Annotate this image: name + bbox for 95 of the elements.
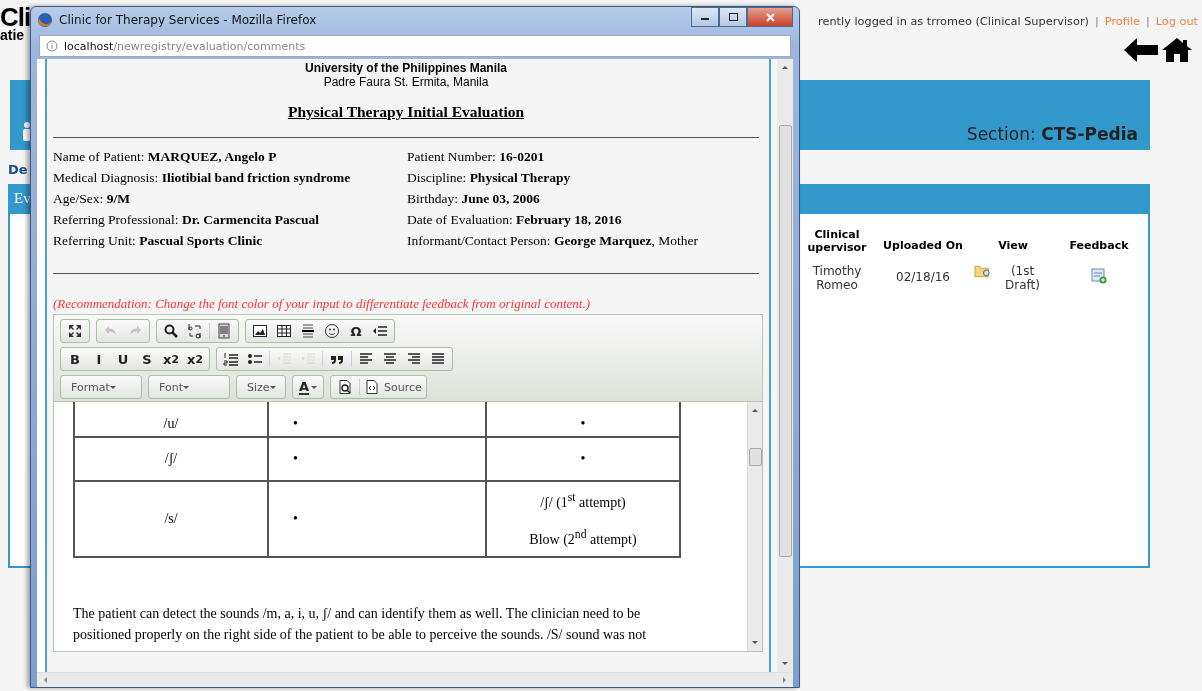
info-icon [46,40,58,52]
table-cell-text: Timothy Romeo [811,263,863,294]
info-line: Patient Number: 16-0201 [407,148,546,166]
source-button[interactable]: Source [362,377,424,397]
home-icon[interactable] [1162,38,1192,62]
table-cell-text: /s/ [163,511,179,527]
info-line: Referring Professional: Dr. Carmencita Pascual [53,211,321,229]
institution-address: Padre Faura St. Ermita, Manila [322,75,490,89]
code-document-icon [364,379,381,395]
dropdown[interactable]: Format [63,377,122,397]
rich-text-editor[interactable] [53,314,763,652]
login-status: rently logged in as trromeo (Clinical Supervisor) [818,15,1089,28]
section-label: Section: CTS-Pedia [966,124,1139,146]
scroll-thumb[interactable] [778,125,792,557]
preview-icon [337,379,354,395]
info-line: Birthday: June 03, 2006 [407,190,541,208]
logo-subtitle: atie [0,28,26,42]
close-icon [765,12,775,22]
maximize-icon [67,323,83,339]
table-cell-text: • [579,451,587,467]
table-cell-text: Blow (2$^{nd}$ attempt) [528,527,638,549]
document-icon [216,323,232,339]
image-icon [252,323,268,339]
add-comment-icon[interactable] [1091,268,1107,284]
outdent-icon [276,351,292,367]
dropdown[interactable]: Size [239,377,282,397]
table-cell-text: /ʃ/ (1$^{st}$ attempt) [539,490,627,512]
info-line: Informant/Contact Person: George Marquez, Mother [407,232,700,250]
indent-icon [300,351,316,367]
recommendation-note: (Recommendation: Change the font color of your input to differentiate feedback from original content.) [53,296,591,312]
bulleted-list-icon [247,351,263,367]
numbered-list-icon [223,351,239,367]
browser-icon [37,12,53,28]
table-cell-text: • [293,416,299,432]
info-line: Referring Unit: Pascual Sports Clinic [53,232,264,250]
table-cell-text: /ʃ/ [163,451,179,467]
column-header: Clinical upervisor [806,227,868,256]
dropdown[interactable]: Font [151,377,195,397]
align-center-icon [382,351,398,367]
align-right-icon [406,351,422,367]
scroll-right-icon[interactable] [781,676,789,684]
table-cell-text: • [293,511,299,527]
address-bar[interactable]: localhost/newregistry/evaluation/comments [39,35,791,57]
panel-title: Ev [14,190,31,206]
horizontal-line-icon [300,323,316,339]
view-link[interactable]: (1st Draft) [993,264,1052,292]
table-cell-text: /u/ [162,416,180,432]
close-button[interactable] [747,7,793,27]
justify-icon [430,351,446,367]
scroll-up-icon[interactable] [781,63,789,71]
body-paragraph: The patient can detect the sounds /m, a, i, u, ʃ/ and can identify them as well. The clinician need to be positioned properly on the right side of the patient to be able to perceive the sounds. /S/ sound was not [73,605,648,644]
toolbar-button[interactable]: U [111,349,135,369]
institution-name: University of the Philippines Manila [303,61,508,75]
logo-text: Cli [0,6,31,28]
person-icon [22,122,32,142]
scrollbar[interactable] [777,59,793,672]
url-text: localhost/newregistry/evaluation/comments [64,39,306,53]
scroll-up-icon[interactable] [751,406,759,414]
scroll-down-icon[interactable] [781,660,789,668]
separator: | [1094,15,1099,28]
info-line: Medical Diagnosis: Iliotibial band friction syndrome [53,169,352,187]
toolbar-button[interactable]: S [135,349,159,369]
toolbar-button[interactable]: Ω [344,321,368,341]
info-line: Name of Patient: MARQUEZ, Angelo P [53,148,278,166]
document-title: Physical Therapy Initial Evaluation [286,103,526,121]
maximize-button[interactable] [719,7,747,27]
maximize-window-icon [728,13,738,21]
toolbar-button[interactable]: B [63,349,87,369]
scroll-down-icon[interactable] [751,639,759,647]
separator: | [1145,15,1150,28]
scrollbar[interactable] [747,402,762,651]
minimize-button[interactable] [691,7,719,27]
info-line: Discipline: Physical Therapy [407,169,572,187]
table-cell-text: • [293,451,299,467]
column-header: View [997,237,1029,254]
align-left-icon [358,351,374,367]
smiley-icon [324,323,340,339]
window-title: Clinic for Therapy Services - Mozilla Firefox [59,13,317,27]
text-color-button[interactable]: A [295,377,322,397]
replace-icon [187,323,203,339]
toolbar-button[interactable]: I [87,349,111,369]
table-icon [276,323,292,339]
info-line: Date of Evaluation: February 18, 2016 [407,211,623,229]
info-line: Age/Sex: 9/M [53,190,131,208]
folder-icon[interactable] [974,264,992,278]
column-header: Feedback [1068,237,1130,254]
search-icon [163,323,179,339]
page-break-icon [372,323,388,339]
scroll-thumb[interactable] [748,448,762,466]
table-cell-text: • [579,416,587,432]
column-header: Uploaded On [882,237,964,254]
subheading: De [8,162,28,179]
back-arrow-icon[interactable] [1124,38,1158,62]
table-cell-text: 02/18/16 [895,269,951,286]
scrollbar[interactable] [37,672,793,687]
